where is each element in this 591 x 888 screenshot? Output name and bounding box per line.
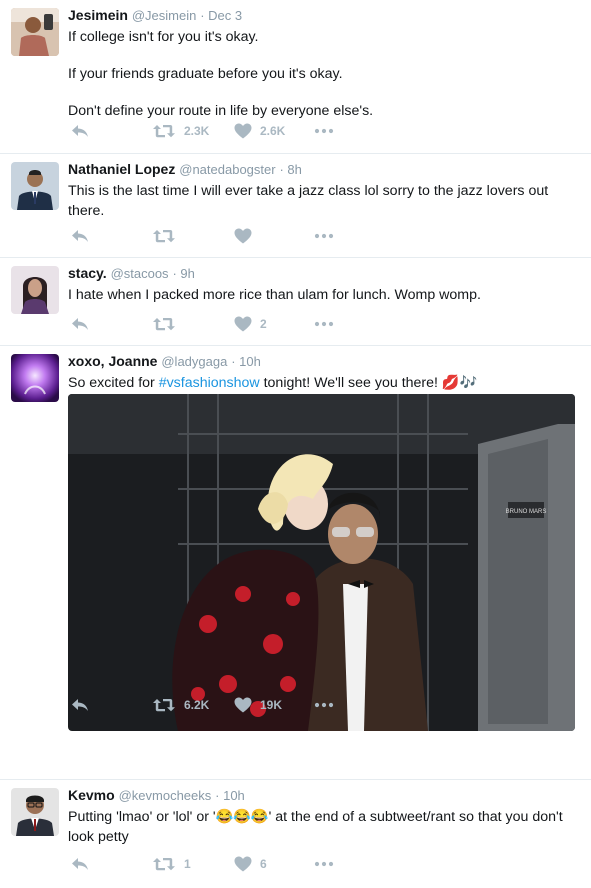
tweet-text-line: Don't define your route in life by every…: [68, 103, 374, 119]
user-handle[interactable]: @kevmocheeks: [119, 788, 212, 803]
display-name[interactable]: Kevmo: [68, 787, 115, 803]
heart-icon: [234, 697, 252, 713]
retweet-count: 6.2K: [184, 698, 210, 712]
like-button[interactable]: 6: [234, 856, 314, 872]
tweet-photo[interactable]: BRUNO MARS: [68, 394, 575, 731]
tweet-text-line: Putting 'lmao' or 'lol' or '😂😂😂' at the …: [68, 809, 563, 845]
retweet-icon: [152, 697, 176, 713]
display-name[interactable]: Nathaniel Lopez: [68, 161, 175, 177]
timestamp[interactable]: · Dec 3: [200, 8, 242, 23]
tweet-text: So excited for #vsfashionshow tonight! W…: [68, 373, 577, 393]
user-handle[interactable]: @Jesimein: [132, 8, 197, 23]
retweet-icon: [152, 228, 176, 244]
more-icon: [314, 702, 334, 708]
more-button[interactable]: [314, 128, 334, 134]
tweet-text-line: This is the last time I will ever take a…: [68, 183, 549, 219]
reply-button[interactable]: [70, 316, 152, 332]
like-button[interactable]: 19K: [234, 697, 314, 713]
retweet-button[interactable]: 6.2K: [152, 697, 234, 713]
like-count: 2: [260, 317, 267, 331]
more-icon: [314, 128, 334, 134]
like-button[interactable]: [234, 228, 314, 244]
sign-label: BRUNO MARS: [506, 509, 547, 515]
like-count: 6: [260, 857, 267, 871]
retweet-button[interactable]: 1: [152, 856, 234, 872]
retweet-count: 2.3K: [184, 124, 210, 138]
like-button[interactable]: 2.6K: [234, 123, 314, 139]
heart-icon: [234, 228, 252, 244]
user-handle[interactable]: @natedabogster: [179, 162, 275, 177]
timestamp[interactable]: · 8h: [279, 162, 301, 177]
tweet-actions: [70, 226, 334, 246]
tweet-text-line: If your friends graduate before you it's…: [68, 66, 343, 82]
timestamp[interactable]: · 10h: [231, 354, 261, 369]
reply-button[interactable]: [70, 228, 152, 244]
avatar[interactable]: [11, 788, 59, 836]
reply-icon: [70, 123, 90, 139]
retweet-icon: [152, 316, 176, 332]
tweet[interactable]: Kevmo @kevmocheeks · 10h Putting 'lmao' …: [0, 780, 591, 888]
tweet-text-line: If college isn't for you it's okay.: [68, 29, 259, 45]
reply-button[interactable]: [70, 856, 152, 872]
reply-icon: [70, 697, 90, 713]
user-handle[interactable]: @stacoos: [111, 266, 169, 281]
heart-icon: [234, 856, 252, 872]
timestamp[interactable]: · 10h: [215, 788, 245, 803]
avatar[interactable]: [11, 354, 59, 402]
avatar[interactable]: [11, 266, 59, 314]
more-icon: [314, 233, 334, 239]
like-button[interactable]: 2: [234, 316, 314, 332]
more-icon: [314, 321, 334, 327]
timestamp[interactable]: · 9h: [172, 266, 194, 281]
tweet[interactable]: Nathaniel Lopez @natedabogster · 8h This…: [0, 154, 591, 258]
reply-icon: [70, 228, 90, 244]
retweet-button[interactable]: [152, 228, 234, 244]
more-button[interactable]: [314, 233, 334, 239]
display-name[interactable]: stacy.: [68, 265, 107, 281]
retweet-icon: [152, 856, 176, 872]
tweet-actions: 2.3K 2.6K: [70, 121, 334, 141]
more-button[interactable]: [314, 321, 334, 327]
tweet[interactable]: xoxo, Joanne @ladygaga · 10h So excited …: [0, 346, 591, 780]
reply-icon: [70, 316, 90, 332]
like-count: 2.6K: [260, 124, 286, 138]
tweet-actions: 2: [70, 314, 334, 334]
avatar[interactable]: [11, 162, 59, 210]
retweet-button[interactable]: [152, 316, 234, 332]
reply-button[interactable]: [70, 123, 152, 139]
more-icon: [314, 861, 334, 867]
retweet-count: 1: [184, 857, 191, 871]
avatar[interactable]: [11, 8, 59, 56]
retweet-button[interactable]: 2.3K: [152, 123, 234, 139]
display-name[interactable]: xoxo, Joanne: [68, 353, 157, 369]
reply-button[interactable]: [70, 697, 152, 713]
retweet-icon: [152, 123, 176, 139]
tweet[interactable]: stacy. @stacoos · 9h I hate when I packe…: [0, 258, 591, 346]
tweet-text-line: So excited for: [68, 375, 159, 391]
heart-icon: [234, 316, 252, 332]
more-button[interactable]: [314, 702, 334, 708]
heart-icon: [234, 123, 252, 139]
tweet[interactable]: Jesimein @Jesimein · Dec 3 If college is…: [0, 0, 591, 154]
tweet-text: Putting 'lmao' or 'lol' or '😂😂😂' at the …: [68, 807, 577, 847]
tweet-text: I hate when I packed more rice than ulam…: [68, 285, 577, 305]
reply-icon: [70, 856, 90, 872]
like-count: 19K: [260, 698, 283, 712]
tweet-actions: 6.2K 19K: [70, 695, 334, 715]
tweet-text-line: I hate when I packed more rice than ulam…: [68, 287, 481, 303]
tweet-text: This is the last time I will ever take a…: [68, 181, 577, 221]
tweet-actions: 1 6: [70, 854, 334, 874]
tweet-text: If college isn't for you it's okay. If y…: [68, 27, 577, 121]
hashtag-link[interactable]: #vsfashionshow: [159, 375, 260, 391]
user-handle[interactable]: @ladygaga: [161, 354, 227, 369]
more-button[interactable]: [314, 861, 334, 867]
display-name[interactable]: Jesimein: [68, 7, 128, 23]
tweet-text-line: tonight! We'll see you there! 💋🎶: [259, 375, 478, 391]
